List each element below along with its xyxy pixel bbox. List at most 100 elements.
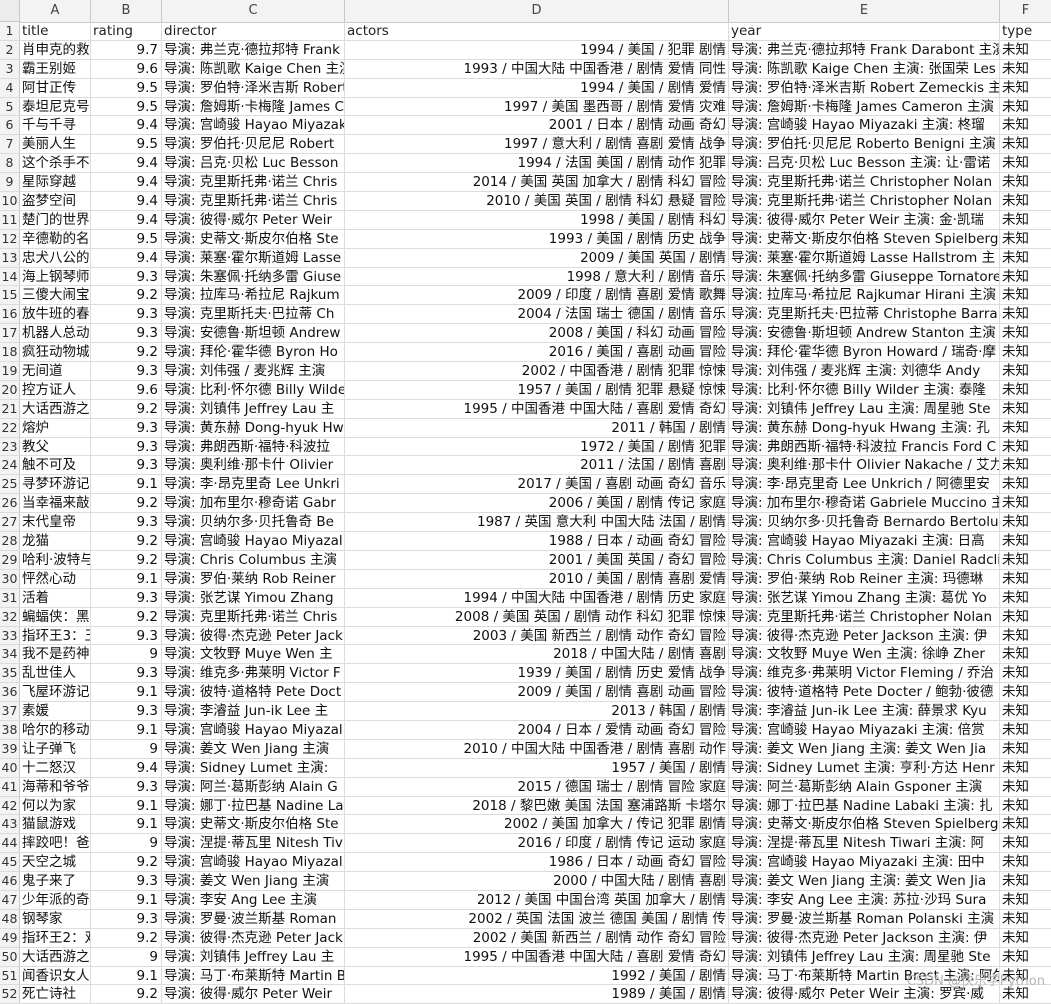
cell-year[interactable]: 导演: 李·昂克里奇 Lee Unkrich / 阿德里安 (729, 475, 1000, 494)
cell-year[interactable]: 导演: 涅提·蒂瓦里 Nitesh Tiwari 主演: 阿 (729, 834, 1000, 853)
row-number[interactable]: 52 (0, 985, 20, 1004)
cell-type[interactable]: 未知 (1000, 589, 1051, 607)
cell-actors[interactable]: 1993 / 美国 / 剧情 历史 战争 (345, 229, 729, 248)
cell-year[interactable]: 导演: 史蒂文·斯皮尔伯格 Steven Spielberg (729, 815, 1000, 834)
cell-title[interactable]: 当幸福来敲门 (20, 494, 91, 513)
cell-title[interactable]: 教父 (20, 437, 91, 456)
cell-rating[interactable]: 9.4 (91, 758, 162, 777)
cell-title[interactable]: 海上钢琴师 (20, 267, 91, 286)
cell-year[interactable]: 导演: 刘镇伟 Jeffrey Lau 主演: 周星驰 Ste (729, 947, 1000, 966)
cell-type[interactable]: 未知 (1000, 230, 1051, 248)
cell-actors[interactable]: 1988 / 日本 / 动画 奇幻 冒险 (345, 532, 729, 550)
cell-year[interactable]: 导演: 拜伦·霍华德 Byron Howard / 瑞奇·摩 (729, 343, 1000, 362)
column-header-E[interactable]: E (729, 0, 1000, 22)
cell-year[interactable]: 导演: 姜文 Wen Jiang 主演: 姜文 Wen Jia (729, 872, 1000, 890)
cell-actors[interactable]: 1995 / 中国香港 中国大陆 / 喜剧 爱情 奇幻 (345, 399, 729, 418)
cell-rating[interactable]: 9.2 (91, 286, 162, 305)
cell-rating[interactable]: 9.2 (91, 532, 162, 550)
cell-type[interactable]: 未知 (1000, 797, 1051, 815)
cell-director[interactable]: 导演: 史蒂文·斯皮尔伯格 Ste (162, 815, 345, 834)
cell-type[interactable]: 未知 (1000, 381, 1051, 399)
cell-title[interactable]: 摔跤吧！爸爸 (20, 834, 91, 853)
cell-rating[interactable]: 9.3 (91, 664, 162, 683)
cell-rating[interactable]: 9.3 (91, 437, 162, 456)
row-number[interactable]: 28 (0, 532, 20, 550)
cell-director[interactable]: 导演: 姜文 Wen Jiang 主演 (162, 872, 345, 890)
cell-rating[interactable]: 9.3 (91, 267, 162, 286)
cell-actors[interactable]: 1957 / 美国 / 剧情 (345, 758, 729, 777)
cell-director[interactable]: 导演: 吕克·贝松 Luc Besson (162, 154, 345, 173)
cell-rating[interactable]: 9.7 (91, 40, 162, 59)
cell-rating[interactable]: 9.1 (91, 815, 162, 834)
cell-title[interactable]: 控方证人 (20, 380, 91, 399)
row-number[interactable]: 1 (0, 22, 20, 40)
cell-year[interactable]: 导演: 比利·怀尔德 Billy Wilder 主演: 泰隆 (729, 380, 1000, 399)
cell-director[interactable]: 导演: 奥利维·那卡什 Olivier (162, 456, 345, 475)
cell-title[interactable]: 阿甘正传 (20, 78, 91, 97)
row-number[interactable]: 36 (0, 683, 20, 702)
row-number[interactable]: 2 (0, 40, 20, 59)
cell-director[interactable]: 导演: Chris Columbus 主演 (162, 550, 345, 569)
cell-title[interactable]: 我不是药神 (20, 645, 91, 664)
cell-actors[interactable]: 2004 / 法国 瑞士 德国 / 剧情 音乐 (345, 305, 729, 324)
cell-type[interactable]: 未知 (1000, 173, 1051, 191)
row-number[interactable]: 43 (0, 815, 20, 834)
cell-director[interactable]: 导演: 克里斯托弗·诺兰 Chris (162, 173, 345, 192)
row-number[interactable]: 35 (0, 664, 20, 683)
cell-header-director[interactable]: director (162, 22, 345, 40)
cell-actors[interactable]: 2002 / 美国 加拿大 / 传记 犯罪 剧情 (345, 815, 729, 834)
cell-rating[interactable]: 9.3 (91, 588, 162, 607)
cell-director[interactable]: 导演: 朱塞佩·托纳多雷 Giuse (162, 267, 345, 286)
cell-rating[interactable]: 9.2 (91, 985, 162, 1004)
cell-actors[interactable]: 2000 / 中国大陆 / 剧情 喜剧 (345, 872, 729, 890)
cell-title[interactable]: 怦然心动 (20, 569, 91, 588)
cell-type[interactable]: 未知 (1000, 910, 1051, 928)
cell-type[interactable]: 未知 (1000, 211, 1051, 229)
cell-actors[interactable]: 2008 / 美国 英国 / 剧情 动作 科幻 犯罪 惊悚 (345, 607, 729, 626)
cell-type[interactable]: 未知 (1000, 249, 1051, 267)
cell-actors[interactable]: 2001 / 美国 英国 / 奇幻 冒险 (345, 550, 729, 569)
cell-year[interactable]: 导演: 莱塞·霍尔斯道姆 Lasse Hallstrom 主 (729, 248, 1000, 267)
cell-year[interactable]: 导演: 拉库马·希拉尼 Rajkumar Hirani 主演 (729, 286, 1000, 305)
cell-type[interactable]: 未知 (1000, 494, 1051, 512)
cell-actors[interactable]: 2002 / 英国 法国 波兰 德国 美国 / 剧情 传 (345, 909, 729, 928)
cell-actors[interactable]: 1994 / 法国 美国 / 剧情 动作 犯罪 (345, 154, 729, 173)
cell-rating[interactable]: 9 (91, 645, 162, 664)
cell-actors[interactable]: 2010 / 中国大陆 中国香港 / 剧情 喜剧 动作 (345, 739, 729, 758)
cell-director[interactable]: 导演: 彼得·威尔 Peter Weir (162, 985, 345, 1004)
row-number[interactable]: 41 (0, 777, 20, 796)
cell-actors[interactable]: 2013 / 韩国 / 剧情 (345, 702, 729, 720)
row-number[interactable]: 20 (0, 380, 20, 399)
cell-director[interactable]: 导演: 罗伯·莱纳 Rob Reiner (162, 569, 345, 588)
cell-year[interactable]: 导演: 陈凯歌 Kaige Chen 主演: 张国荣 Les (729, 59, 1000, 78)
cell-type[interactable]: 未知 (1000, 532, 1051, 550)
cell-type[interactable]: 未知 (1000, 343, 1051, 361)
cell-year[interactable]: 导演: 罗曼·波兰斯基 Roman Polanski 主演 (729, 909, 1000, 928)
cell-actors[interactable]: 2017 / 美国 / 喜剧 动画 奇幻 音乐 (345, 475, 729, 494)
cell-rating[interactable]: 9 (91, 947, 162, 966)
row-number[interactable]: 51 (0, 966, 20, 985)
cell-rating[interactable]: 9.2 (91, 550, 162, 569)
cell-actors[interactable]: 1986 / 日本 / 动画 奇幻 冒险 (345, 853, 729, 872)
cell-director[interactable]: 导演: 姜文 Wen Jiang 主演 (162, 739, 345, 758)
cell-title[interactable]: 活着 (20, 588, 91, 607)
cell-year[interactable]: 导演: 彼得·威尔 Peter Weir 主演: 金·凯瑞 (729, 210, 1000, 229)
row-number[interactable]: 16 (0, 305, 20, 324)
cell-actors[interactable]: 1987 / 英国 意大利 中国大陆 法国 / 剧情 (345, 513, 729, 532)
cell-actors[interactable]: 1989 / 美国 / 剧情 (345, 985, 729, 1004)
row-number[interactable]: 34 (0, 645, 20, 664)
cell-type[interactable]: 未知 (1000, 400, 1051, 418)
row-number[interactable]: 25 (0, 475, 20, 494)
cell-rating[interactable]: 9.5 (91, 135, 162, 154)
cell-rating[interactable]: 9.4 (91, 173, 162, 192)
cell-header-actors[interactable]: actors (345, 22, 729, 40)
cell-rating[interactable]: 9.1 (91, 890, 162, 909)
cell-rating[interactable]: 9.3 (91, 909, 162, 928)
cell-director[interactable]: 导演: 刘镇伟 Jeffrey Lau 主 (162, 399, 345, 418)
cell-rating[interactable]: 9.2 (91, 928, 162, 947)
cell-director[interactable]: 导演: 比利·怀尔德 Billy Wilde (162, 380, 345, 399)
cell-title[interactable]: 忠犬八公的故事 (20, 248, 91, 267)
cell-actors[interactable]: 2010 / 美国 / 剧情 喜剧 爱情 (345, 569, 729, 588)
cell-year[interactable]: 导演: 加布里尔·穆奇诺 Gabriele Muccino 主 (729, 494, 1000, 513)
cell-director[interactable]: 导演: 罗伯特·泽米吉斯 Robert (162, 78, 345, 97)
